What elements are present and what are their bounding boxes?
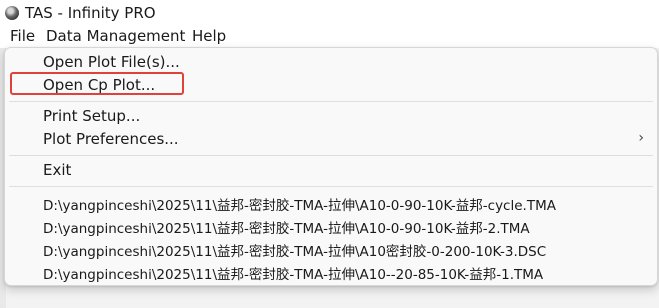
- menu-file[interactable]: File: [10, 27, 35, 45]
- menu-data-management[interactable]: Data Management: [46, 27, 185, 45]
- recent-file-item[interactable]: D:\yangpinceshi\2025\11\益邦-密封胶-TMA-拉伸\A1…: [9, 214, 653, 237]
- menu-separator: [9, 155, 653, 156]
- menu-item-label: Open Cp Plot...: [43, 76, 156, 94]
- recent-file-item[interactable]: D:\yangpinceshi\2025\11\益邦-密封胶-TMA-拉伸\A1…: [9, 191, 653, 214]
- chevron-right-icon: ›: [638, 130, 644, 146]
- menu-help[interactable]: Help: [192, 27, 226, 45]
- recent-file-path: D:\yangpinceshi\2025\11\益邦-密封胶-TMA-拉伸\A1…: [43, 244, 547, 260]
- app-icon: [5, 6, 19, 20]
- title-bar: TAS - Infinity PRO: [0, 0, 659, 26]
- recent-file-path: D:\yangpinceshi\2025\11\益邦-密封胶-TMA-拉伸\A1…: [43, 198, 556, 214]
- recent-file-path: D:\yangpinceshi\2025\11\益邦-密封胶-TMA-拉伸\A1…: [43, 267, 544, 283]
- menu-item-label: Exit: [43, 161, 72, 179]
- menu-separator: [9, 186, 653, 187]
- window-title: TAS - Infinity PRO: [25, 4, 156, 22]
- menu-item-label: Plot Preferences...: [43, 130, 179, 148]
- recent-file-path: D:\yangpinceshi\2025\11\益邦-密封胶-TMA-拉伸\A1…: [43, 221, 530, 237]
- menu-item-print-setup[interactable]: Print Setup...: [9, 105, 653, 128]
- menu-item-exit[interactable]: Exit: [9, 159, 653, 182]
- menu-item-plot-preferences[interactable]: Plot Preferences... ›: [9, 128, 653, 151]
- file-menu-dropdown: Open Plot File(s)... Open Cp Plot... Pri…: [4, 47, 658, 286]
- menu-bar: File Data Management Help: [0, 26, 659, 48]
- menu-item-label: Open Plot File(s)...: [43, 53, 180, 71]
- menu-item-open-cp-plot[interactable]: Open Cp Plot...: [9, 74, 653, 97]
- menu-item-open-plot-files[interactable]: Open Plot File(s)...: [9, 51, 653, 74]
- menu-item-label: Print Setup...: [43, 107, 141, 125]
- recent-file-item[interactable]: D:\yangpinceshi\2025\11\益邦-密封胶-TMA-拉伸\A1…: [9, 237, 653, 260]
- recent-file-item[interactable]: D:\yangpinceshi\2025\11\益邦-密封胶-TMA-拉伸\A1…: [9, 260, 653, 283]
- menu-separator: [9, 101, 653, 102]
